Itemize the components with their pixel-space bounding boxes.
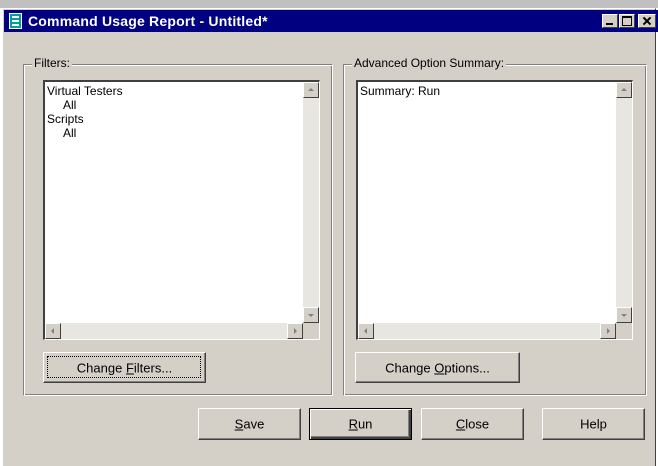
arrow-up-icon [621,88,627,91]
close-button-label: Close [455,416,490,432]
scrollbar-corner [303,323,319,339]
scroll-up-button[interactable] [303,82,319,98]
dialog-window: Filters: Virtual Testers All Scripts All… [2,8,656,466]
list-item: Summary: Run [360,84,441,98]
run-button-label: Run [348,416,373,432]
arrow-up-icon [308,88,314,91]
filters-groupbox: Filters: Virtual Testers All Scripts All… [23,56,333,396]
filters-label: Filters: [32,56,72,70]
window-title: Command Usage Report - Untitled* [28,13,268,29]
filters-listbox[interactable]: Virtual Testers All Scripts All [43,80,320,340]
arrow-right-icon [607,328,610,334]
minimize-button[interactable] [602,14,618,28]
scroll-right-button[interactable] [287,323,303,339]
close-button[interactable]: Close [421,408,524,440]
arrow-down-icon [308,314,314,317]
scroll-right-button[interactable] [600,323,616,339]
report-app-icon[interactable] [9,13,22,29]
list-item: All [63,98,77,112]
scroll-down-button[interactable] [303,307,319,323]
advanced-summary-groupbox: Advanced Option Summary: Summary: Run Ch… [343,56,647,396]
vertical-scrollbar[interactable] [616,82,632,323]
change-options-button[interactable]: Change Options... [355,352,520,383]
horizontal-scrollbar[interactable] [45,323,303,339]
close-window-button[interactable] [638,14,656,28]
help-button[interactable]: Help [542,408,645,440]
run-button[interactable]: Run [309,408,412,440]
title-bar[interactable]: Command Usage Report - Untitled* [4,10,658,32]
list-item: All [63,126,77,140]
help-button-label: Help [580,416,607,432]
arrow-left-icon [51,328,54,334]
save-button[interactable]: Save [198,408,301,440]
arrow-down-icon [621,314,627,317]
change-filters-button[interactable]: Change Filters... [43,352,206,383]
scroll-up-button[interactable] [616,82,632,98]
advanced-summary-label: Advanced Option Summary: [352,56,507,70]
list-item: Virtual Testers [47,84,123,98]
vertical-scrollbar[interactable] [303,82,319,323]
horizontal-scrollbar[interactable] [358,323,616,339]
scroll-left-button[interactable] [358,323,374,339]
list-item: Scripts [47,112,84,126]
focus-ring [47,356,201,378]
scroll-down-button[interactable] [616,307,632,323]
maximize-button[interactable] [619,14,635,28]
advanced-summary-listbox[interactable]: Summary: Run [356,80,633,340]
scrollbar-corner [616,323,632,339]
arrow-left-icon [364,328,367,334]
background-strip [0,0,658,8]
scroll-left-button[interactable] [45,323,61,339]
save-button-label: Save [234,416,265,432]
change-options-button-label: Change Options... [385,360,490,375]
arrow-right-icon [294,328,297,334]
